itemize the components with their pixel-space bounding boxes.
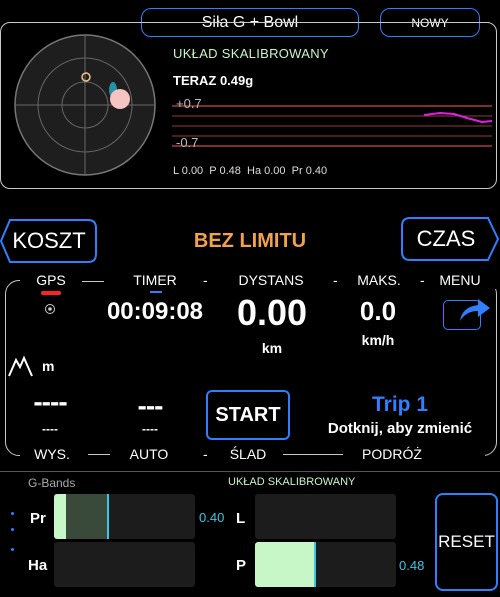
divider-line: [283, 454, 343, 455]
start-label: START: [215, 403, 281, 426]
track-label[interactable]: ŚLAD: [218, 446, 278, 462]
altitude-sub: ----: [42, 422, 58, 436]
dot-indicator: [11, 528, 14, 531]
gps-label[interactable]: GPS: [27, 272, 75, 288]
pr-bar-marker: [107, 494, 109, 539]
calibration-status: UKŁAD SKALIBROWANY: [173, 46, 329, 61]
limit-label[interactable]: BEZ LIMITU: [150, 230, 350, 253]
l-bar: [255, 494, 396, 539]
distance-label[interactable]: DYSTANS: [226, 272, 316, 288]
graph-top-value: +0.7: [176, 96, 202, 111]
gbands-title: G-Bands: [28, 476, 76, 490]
separator-1: -: [203, 272, 208, 288]
g-readout: L 0.00 P 0.48 Ha 0.00 Pr 0.40: [173, 165, 328, 177]
g-graph: [172, 105, 492, 147]
p-label: P: [236, 557, 247, 574]
gps-indicator: [41, 291, 61, 295]
max-speed-value: 0.0: [359, 296, 397, 326]
time-label: CZAS: [416, 226, 476, 251]
reset-button[interactable]: RESET: [435, 493, 498, 591]
gps-target-icon: [45, 304, 55, 314]
menu-label[interactable]: MENU: [432, 272, 488, 288]
timer-value: 00:09:08: [106, 298, 204, 325]
max-label[interactable]: MAKS.: [348, 272, 410, 288]
journey-label[interactable]: PODRÓŻ: [350, 446, 434, 462]
distance-unit: km: [261, 340, 283, 356]
pr-label: Pr: [30, 510, 46, 527]
mountain-icon: [8, 355, 33, 377]
separator-2: -: [333, 272, 338, 288]
g-circle-plot: [14, 34, 156, 176]
share-button[interactable]: [443, 299, 490, 330]
gbands-status: UKŁAD SKALIBROWANY: [228, 476, 356, 488]
pr-bar-fill: [54, 494, 66, 539]
l-label: L: [236, 510, 246, 527]
dot-indicator: [11, 548, 14, 551]
graph-bottom-value: -0.7: [176, 135, 199, 150]
share-arrow-icon: [460, 299, 490, 321]
pr-bar-trail: [66, 494, 107, 539]
divider-line: [82, 281, 104, 282]
p-bar-fill: [255, 542, 314, 587]
timer-label[interactable]: TIMER: [120, 272, 190, 288]
p-bar-marker: [314, 542, 316, 587]
auto-value: ---: [137, 390, 164, 421]
pr-value: 0.40: [199, 510, 225, 525]
max-speed-unit: km/h: [361, 332, 395, 348]
start-button[interactable]: START: [206, 390, 290, 440]
separator-3: -: [420, 272, 425, 288]
altitude-label[interactable]: WYS.: [22, 446, 82, 462]
p-bar: [255, 542, 396, 587]
ha-bar: [54, 542, 195, 587]
divider-line: [88, 454, 110, 455]
trip-name[interactable]: Trip 1: [300, 393, 500, 417]
altitude-unit: m: [42, 358, 55, 374]
pr-bar: [54, 494, 195, 539]
ha-label: Ha: [28, 557, 48, 574]
gbands-divider: [0, 471, 500, 472]
separator-4: -: [203, 446, 208, 462]
auto-label[interactable]: AUTO: [118, 446, 180, 462]
current-g-value: TERAZ 0.49g: [173, 73, 254, 88]
timer-indicator: [150, 291, 162, 293]
dot-indicator: [11, 512, 14, 515]
distance-value: 0.00: [236, 292, 308, 333]
p-value: 0.48: [399, 558, 425, 573]
cost-label: KOSZT: [12, 228, 86, 253]
auto-sub: ----: [142, 422, 158, 436]
altitude-value: ----: [33, 386, 67, 417]
trip-hint[interactable]: Dotknij, aby zmienić: [300, 420, 500, 437]
reset-label: RESET: [438, 532, 495, 551]
